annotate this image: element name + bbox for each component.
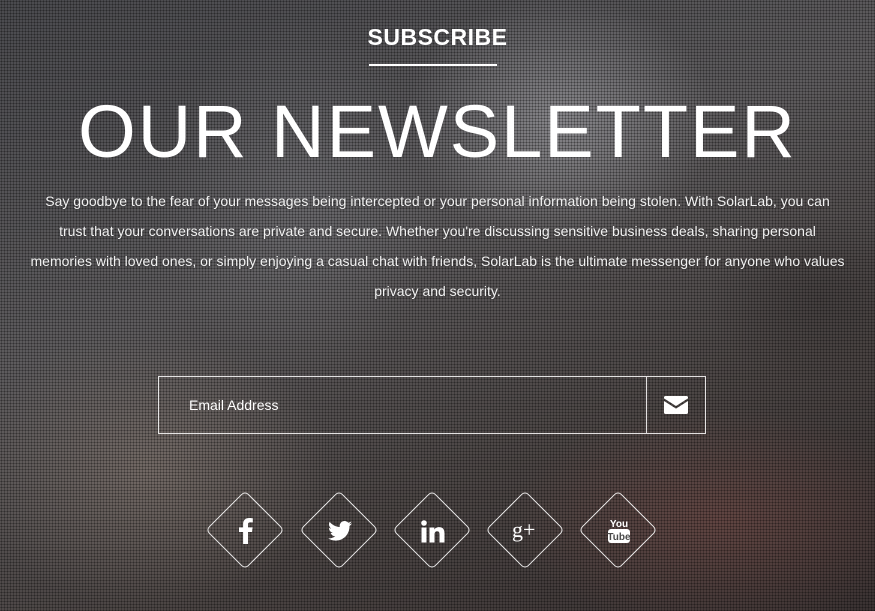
google-plus-label: g+ — [512, 519, 535, 542]
twitter-icon — [328, 521, 352, 541]
newsletter-form — [158, 376, 706, 434]
facebook-link[interactable] — [205, 490, 287, 572]
email-input[interactable] — [159, 377, 646, 433]
youtube-label-top: You — [610, 519, 628, 530]
newsletter-description: Say goodbye to the fear of your messages… — [30, 193, 845, 299]
envelope-icon — [664, 396, 688, 414]
youtube-label-bottom: Tube — [607, 532, 631, 543]
google-plus-icon: g+ — [512, 519, 540, 543]
youtube-link[interactable]: You Tube — [578, 490, 660, 572]
google-plus-link[interactable]: g+ — [485, 490, 567, 572]
page-title: OUR NEWSLETTER — [78, 90, 797, 173]
eyebrow-underline — [369, 64, 497, 66]
newsletter-section: SUBSCRIBE OUR NEWSLETTER Say goodbye to … — [0, 0, 875, 611]
subscribe-button[interactable] — [646, 377, 705, 433]
facebook-icon — [239, 518, 253, 544]
linkedin-icon — [421, 519, 445, 543]
linkedin-link[interactable] — [392, 490, 474, 572]
youtube-icon: You Tube — [607, 517, 631, 545]
twitter-link[interactable] — [299, 490, 381, 572]
section-eyebrow: SUBSCRIBE — [367, 24, 508, 50]
social-links: g+ You Tube — [0, 490, 875, 574]
